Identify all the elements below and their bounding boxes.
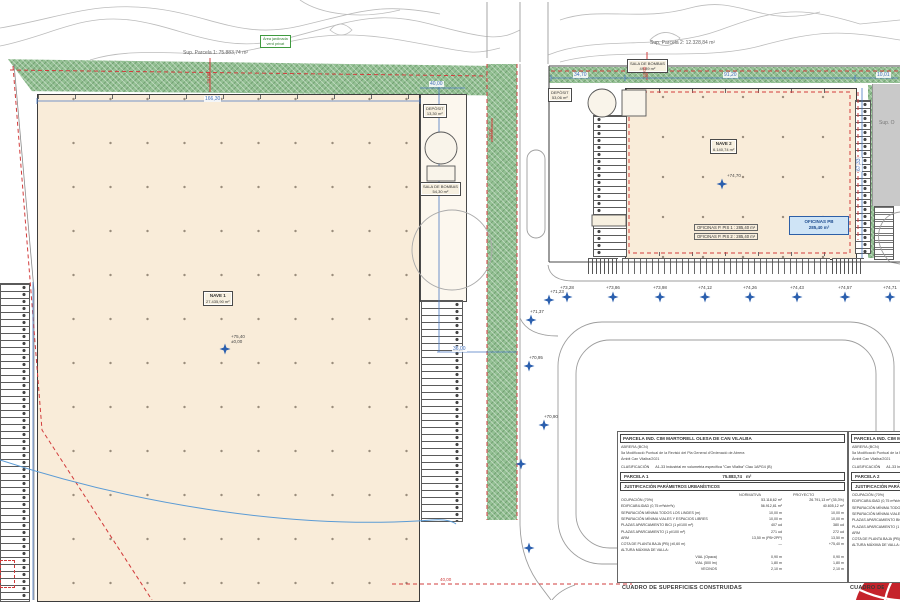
- parcela1-area-value: 75.883,74: [722, 474, 742, 479]
- elev-label: +74,43: [790, 285, 804, 290]
- green-area-note: Àrea jardinada verd privat: [260, 35, 291, 48]
- nave1-elev-bottom: ±0,00: [231, 339, 245, 344]
- nave1-annex-strip: [420, 94, 467, 302]
- elev-label: +70,95: [529, 355, 543, 360]
- nave2-label-box: NAVE 2 6.140,74 m²: [710, 139, 737, 154]
- parcel2-area-label: Sup. Parcela 2: 12.328,84 m²: [650, 40, 715, 46]
- site-plan-canvas: { "colors":{"green":"#93c093","building_…: [0, 0, 900, 600]
- deposit1-label-box: DEPÒSIT 13,30 m²: [423, 104, 447, 118]
- nave2-area: 6.140,74 m²: [713, 147, 734, 152]
- oficinas-pb-box: OFICINAS PB 285,40 m²: [789, 216, 849, 235]
- row-proj: 2,10 m: [782, 566, 844, 572]
- oficinas-pis1-label: OFICINAS P. PIS 1 : 285,40 m²: [694, 224, 758, 231]
- parcela1-label: PARCELA 1: [624, 474, 648, 479]
- panel2-title: PARCELA IND. CIM MARTORELL OLESA DE CAN …: [851, 434, 900, 443]
- dim-red-bottom: 40,00: [440, 577, 451, 582]
- elev-label: +73,86: [606, 285, 620, 290]
- nave2-south-parking-row: [622, 258, 830, 274]
- nave1-area: 27.435,90 m²: [206, 299, 230, 304]
- clasificacion-label: CLASIFICACIÓN: [852, 465, 880, 469]
- parcela1-unit: m²: [746, 474, 751, 479]
- panel1-title: PARCELA IND. CIM MARTORELL OLESA DE CAN …: [620, 434, 845, 443]
- parcel1-green-strip: [8, 55, 487, 97]
- nave1-east-loading-docks: [421, 300, 463, 522]
- nave2-column-ticks: [626, 89, 854, 93]
- elev-label: +73,98: [653, 285, 667, 290]
- deposit2-label-box: DEPÒSIT 53,06 m²: [548, 88, 572, 102]
- cuadro-title-clipped: CUADRO DE SUPERFICIES CONSTRUIDAS: [850, 585, 884, 591]
- oficinas-pis2-label: OFICINAS P. PIS 2 : 285,40 m²: [694, 233, 758, 240]
- corner-red-box: [0, 560, 15, 588]
- dim-nave1-top: 166,30: [204, 96, 221, 102]
- elev-label: +74,57: [838, 285, 852, 290]
- row-norm: 2,10 m: [727, 566, 782, 572]
- dim-red-median: 10,00: [488, 129, 493, 140]
- dim-dock: 36,00: [452, 346, 467, 352]
- elev-label: +71,37: [530, 309, 544, 314]
- valla-row: VECINOS2,10 m2,10 m: [618, 566, 847, 572]
- oficinas-pb-line2: 285,40 m²: [791, 225, 847, 231]
- nave2-elevation: +74,70: [727, 173, 741, 178]
- sala-bombas2-label-box: SALA DE BOMBAS 49,89 m²: [627, 59, 668, 73]
- nave2-name: NAVE 2: [713, 141, 734, 147]
- nave2-south-dock-west: [588, 258, 618, 274]
- dim-red-green1: 10,00: [206, 73, 211, 84]
- clasificacion-value: A1-33 Industrial en volumetria específic…: [655, 465, 772, 469]
- elev-label: +73,28: [560, 285, 574, 290]
- parcela1-data-panel: PARCELA IND. CIM MARTORELL OLESA DE CAN …: [617, 431, 848, 583]
- sala2-area: 49,89 m²: [630, 66, 665, 71]
- deposit1-area: 13,30 m²: [426, 111, 444, 116]
- elev-label: +74,71: [883, 285, 897, 290]
- valla-title: ALTURA MÁXIMA DE VALLA:: [852, 542, 900, 548]
- clasificacion-label: CLASIFICACIÓN: [621, 465, 649, 469]
- dim-nave2-depth: 67,33: [856, 157, 862, 172]
- west-loading-docks: [0, 283, 30, 602]
- row-label: VECINOS: [621, 566, 727, 572]
- contour-lines: [0, 0, 900, 62]
- parcel1-area-label: Sup. Parcela 1: 75.883,74 m²: [183, 50, 248, 56]
- sala1-area: 54,30 m²: [423, 189, 458, 194]
- cuadro-superficies-title: CUADRO DE SUPERFICIES CONSTRUIDAS: [622, 585, 742, 591]
- parcela2-label: PARCELA 2: [855, 474, 879, 479]
- neighbor-parcel-label: Sup. O: [879, 120, 895, 126]
- nave1-label-box: NAVE 1 27.435,90 m²: [203, 291, 233, 306]
- green-note-line2: verd privat: [263, 42, 288, 47]
- dim-p2-east: 10,01: [876, 72, 891, 78]
- dim-p2-west: 34,70: [573, 72, 588, 78]
- nave1-elevation: +75,40 ±0,00: [231, 334, 245, 345]
- deposit2-area: 53,06 m²: [551, 95, 569, 100]
- parcela2-data-panel: PARCELA IND. CIM MARTORELL OLESA DE CAN …: [848, 431, 900, 583]
- crosswalk-ladder: [874, 206, 894, 260]
- section-title: JUSTIFICACIÓN PARÁMETROS URBANÍSTICOS: [851, 482, 900, 491]
- panel2-plan-line1: 5a Modificació Puntual de la Revisió del…: [852, 451, 900, 457]
- sala-bombas1-label-box: SALA DE BOMBAS 54,30 m²: [420, 182, 461, 196]
- dim-p2-nave: 91,20: [723, 72, 738, 78]
- dim-red-p2: 10,00: [642, 67, 647, 78]
- elev-label: +74,12: [698, 285, 712, 290]
- nave2-column-ticks-bottom: [626, 252, 854, 256]
- nave2-east-loading-docks: [855, 100, 871, 254]
- elev-label: +74,26: [743, 285, 757, 290]
- nave1-building: [37, 94, 420, 602]
- elev-label: +71,23: [550, 289, 564, 294]
- clasificacion-value: A1-33 Industrial en volumetria específic…: [886, 465, 900, 469]
- nave1-column-ticks: [38, 95, 418, 99]
- nave2-south-dock-east: [832, 258, 864, 274]
- section-title: JUSTIFICACIÓN PARÁMETROS URBANÍSTICOS: [620, 482, 845, 491]
- dim-annex: 40,00: [429, 81, 444, 87]
- nave2-west-loading-docks: [593, 115, 627, 257]
- neighbor-parcel-gray: [872, 84, 900, 206]
- elev-label: +70,90: [544, 414, 558, 419]
- valla-title-row: ALTURA MÁXIMA DE VALLA:: [849, 542, 900, 548]
- cuadro-superficies-title-right: CUADRO DE SUPERFICIES CONSTRUIDAS: [850, 585, 884, 591]
